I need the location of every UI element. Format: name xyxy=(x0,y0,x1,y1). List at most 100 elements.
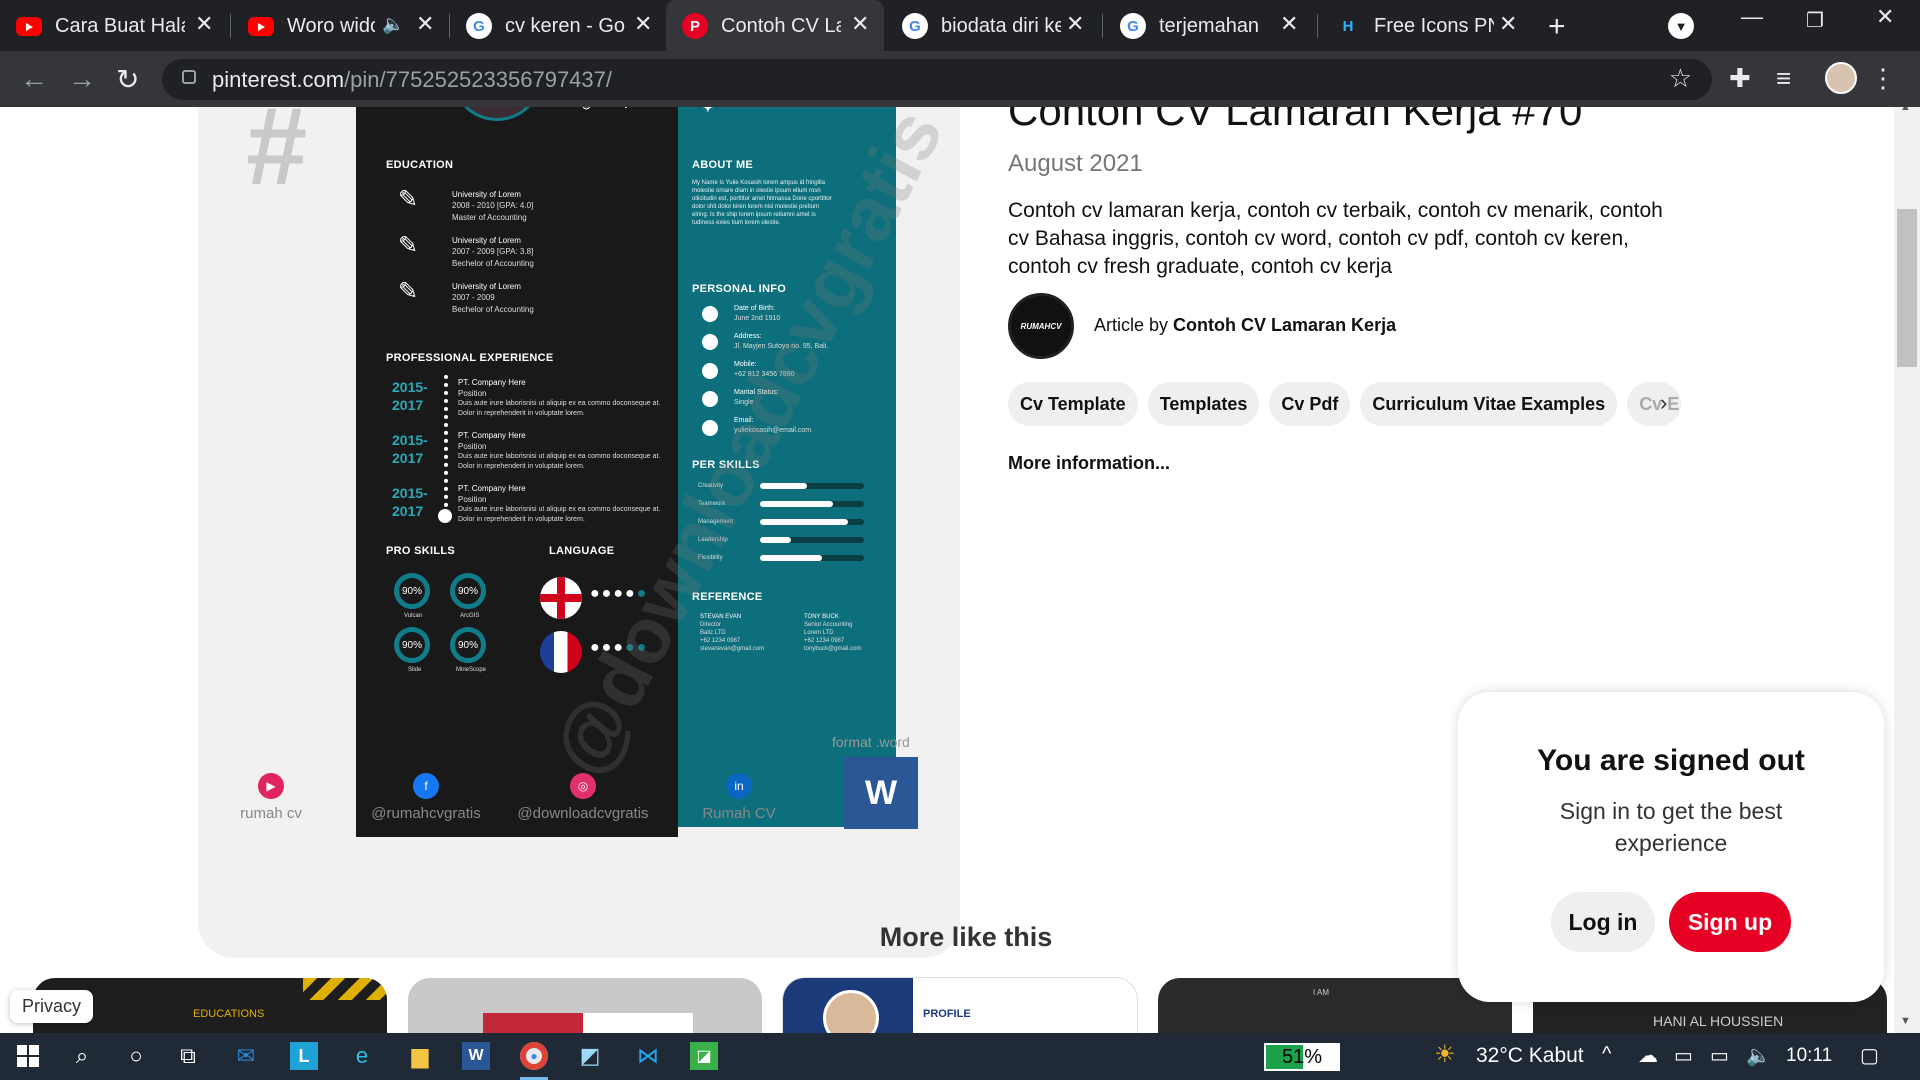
media-control-icon[interactable]: ≡ xyxy=(1776,63,1791,94)
instagram-icon: ◎ xyxy=(582,107,591,111)
related-pin-4[interactable]: I AM xyxy=(1158,978,1512,1033)
tab-separator xyxy=(230,14,231,38)
cv-skill-name: Vulcan xyxy=(404,613,423,619)
search-icon[interactable]: ⌕ xyxy=(68,1042,96,1070)
pin-image[interactable]: # ◎ f EDUCATION ✎ ✎ ✎ University of Lore… xyxy=(198,107,960,958)
restore-button[interactable]: ❐ xyxy=(1806,8,1824,33)
linkedin-icon: in xyxy=(726,773,752,799)
cv-skill-bar xyxy=(760,537,864,543)
close-icon[interactable]: ✕ xyxy=(851,11,869,37)
linkedin-social: in Rumah CV xyxy=(694,773,784,822)
close-icon[interactable]: ✕ xyxy=(1066,11,1084,37)
back-icon[interactable]: ← xyxy=(20,63,48,95)
mail-icon[interactable]: ✉ xyxy=(232,1042,260,1070)
tab-7[interactable]: H Free Icons PNG ✕ xyxy=(1319,0,1534,51)
extensions-icon[interactable]: ✚ xyxy=(1729,63,1751,94)
file-explorer-icon[interactable]: ▆ xyxy=(406,1042,434,1070)
close-icon[interactable]: ✕ xyxy=(1499,11,1517,37)
app-bucket-icon[interactable]: ◩ xyxy=(576,1042,604,1070)
chip-cv-pdf[interactable]: Cv Pdf xyxy=(1269,382,1351,426)
scroll-down-arrow-icon[interactable]: ▼ xyxy=(1900,1015,1911,1027)
tab-1[interactable]: Cara Buat Halaman ✕ xyxy=(0,0,220,51)
cv-exp-1-desc: Duis aute irure laborisnisi ut aliquip e… xyxy=(458,400,661,417)
chevron-right-icon[interactable]: › xyxy=(1660,390,1667,416)
vscode-icon[interactable]: ⋈ xyxy=(634,1042,662,1070)
youtube-icon: ▶ xyxy=(258,773,284,799)
forward-icon[interactable]: → xyxy=(68,63,96,95)
close-icon[interactable]: ✕ xyxy=(1280,11,1298,37)
article-author-link[interactable]: Contoh CV Lamaran Kerja xyxy=(1173,315,1396,335)
related-pin-2[interactable] xyxy=(408,978,762,1033)
edge-icon[interactable]: e xyxy=(348,1042,376,1070)
windows-start-icon[interactable] xyxy=(14,1042,42,1070)
battery-indicator[interactable]: 51% xyxy=(1264,1043,1340,1071)
format-label: format .word xyxy=(832,734,910,750)
cv-skill-bar-fill xyxy=(760,519,849,525)
cv-skill-circle: 90% xyxy=(394,573,430,609)
tab-6[interactable]: G terjemahan - Penelusuran ✕ xyxy=(1104,0,1318,51)
privacy-link[interactable]: Privacy xyxy=(10,990,94,1023)
cv-edu-1-degree: Master of Accounting xyxy=(452,213,527,222)
menu-icon[interactable]: ⋮ xyxy=(1870,63,1896,94)
tab-separator xyxy=(1317,14,1318,38)
minimize-button[interactable]: — xyxy=(1741,4,1763,30)
tab-2[interactable]: Woro widowati 🔈 ✕ xyxy=(232,0,450,51)
chip-templates[interactable]: Templates xyxy=(1147,382,1260,426)
cv-skill-bar xyxy=(760,501,864,507)
close-window-button[interactable]: ✕ xyxy=(1876,4,1894,30)
volume-icon[interactable]: 🔈 xyxy=(1746,1043,1771,1068)
avatar[interactable] xyxy=(1825,62,1857,94)
chip-cv-e[interactable]: Cv E xyxy=(1627,382,1682,426)
chip-cv-template[interactable]: Cv Template xyxy=(1008,382,1138,426)
cv-skill-circle: 90% xyxy=(394,627,430,663)
youtube-icon xyxy=(248,17,274,36)
scrollbar-thumb[interactable] xyxy=(1897,209,1917,367)
speaker-icon[interactable]: 🔈 xyxy=(382,14,404,35)
chip-curriculum-vitae-examples[interactable]: Curriculum Vitae Examples xyxy=(1360,382,1618,426)
scroll-up-arrow-icon[interactable]: ▲ xyxy=(1900,107,1911,113)
app-l-icon[interactable]: L xyxy=(290,1042,318,1070)
signup-button[interactable]: Sign up xyxy=(1669,892,1791,952)
tab-4-active[interactable]: P Contoh CV Lamaran ✕ xyxy=(666,0,884,51)
cloud-icon[interactable]: ☁ xyxy=(1638,1043,1658,1068)
thumb-card xyxy=(583,1013,693,1033)
tab-5[interactable]: G biodata diri keren ✕ xyxy=(886,0,1102,51)
tab-search-icon[interactable]: ▼ xyxy=(1668,13,1694,39)
chevron-up-icon[interactable]: ^ xyxy=(1602,1043,1611,1066)
notifications-icon[interactable]: ▢ xyxy=(1860,1043,1879,1068)
app-green-icon[interactable]: ◪ xyxy=(690,1042,718,1070)
reload-icon[interactable]: ↻ xyxy=(116,63,139,96)
cv-ref-1-company: Baliz LTD xyxy=(700,630,726,636)
battery-icon[interactable]: ▭ xyxy=(1710,1043,1729,1068)
tab-3[interactable]: G cv keren - Google ✕ xyxy=(450,0,664,51)
new-tab-button[interactable]: + xyxy=(1548,10,1566,44)
url-text[interactable]: pinterest.com/pin/775252523356797437/ xyxy=(212,65,612,94)
close-icon[interactable]: ✕ xyxy=(416,11,434,37)
related-pin-3[interactable]: PROFILE xyxy=(783,978,1137,1033)
youtube-social: ▶ rumah cv xyxy=(236,773,306,822)
network-icon[interactable]: ▭ xyxy=(1674,1043,1693,1068)
close-icon[interactable]: ✕ xyxy=(634,11,652,37)
more-information-link[interactable]: More information... xyxy=(1008,453,1170,474)
cv-ref-2-company: Lorem LTD xyxy=(804,630,834,636)
article-attribution: Article by Contoh CV Lamaran Kerja xyxy=(1094,315,1396,336)
address-bar[interactable]: pinterest.com/pin/775252523356797437/ ☆ xyxy=(162,59,1712,100)
graduation-icon: ✎ xyxy=(398,186,419,213)
chrome-icon[interactable]: ● xyxy=(520,1042,548,1070)
task-view-icon[interactable]: ⧉ xyxy=(174,1042,202,1070)
word-app-icon[interactable]: W xyxy=(462,1042,490,1070)
weather-icon[interactable]: ☀ xyxy=(1434,1040,1456,1069)
cv-edu-1-school: University of Lorem xyxy=(452,190,521,199)
author-avatar[interactable]: RUMAHCV xyxy=(1008,293,1074,359)
hash-decoration: # xyxy=(246,107,308,208)
weather-text[interactable]: 32°C Kabut xyxy=(1476,1044,1584,1068)
clock[interactable]: 10:11 xyxy=(1786,1045,1832,1067)
login-button[interactable]: Log in xyxy=(1551,892,1655,952)
cortana-icon[interactable]: ○ xyxy=(122,1042,150,1070)
pin-description: Contoh cv lamaran kerja, contoh cv terba… xyxy=(1008,199,1663,278)
word-icon: W xyxy=(844,757,918,829)
tab-title: biodata diri keren xyxy=(941,15,1061,37)
cv-education-heading: EDUCATION xyxy=(386,159,454,171)
close-icon[interactable]: ✕ xyxy=(195,11,213,37)
bookmark-star-icon[interactable]: ☆ xyxy=(1669,63,1692,94)
